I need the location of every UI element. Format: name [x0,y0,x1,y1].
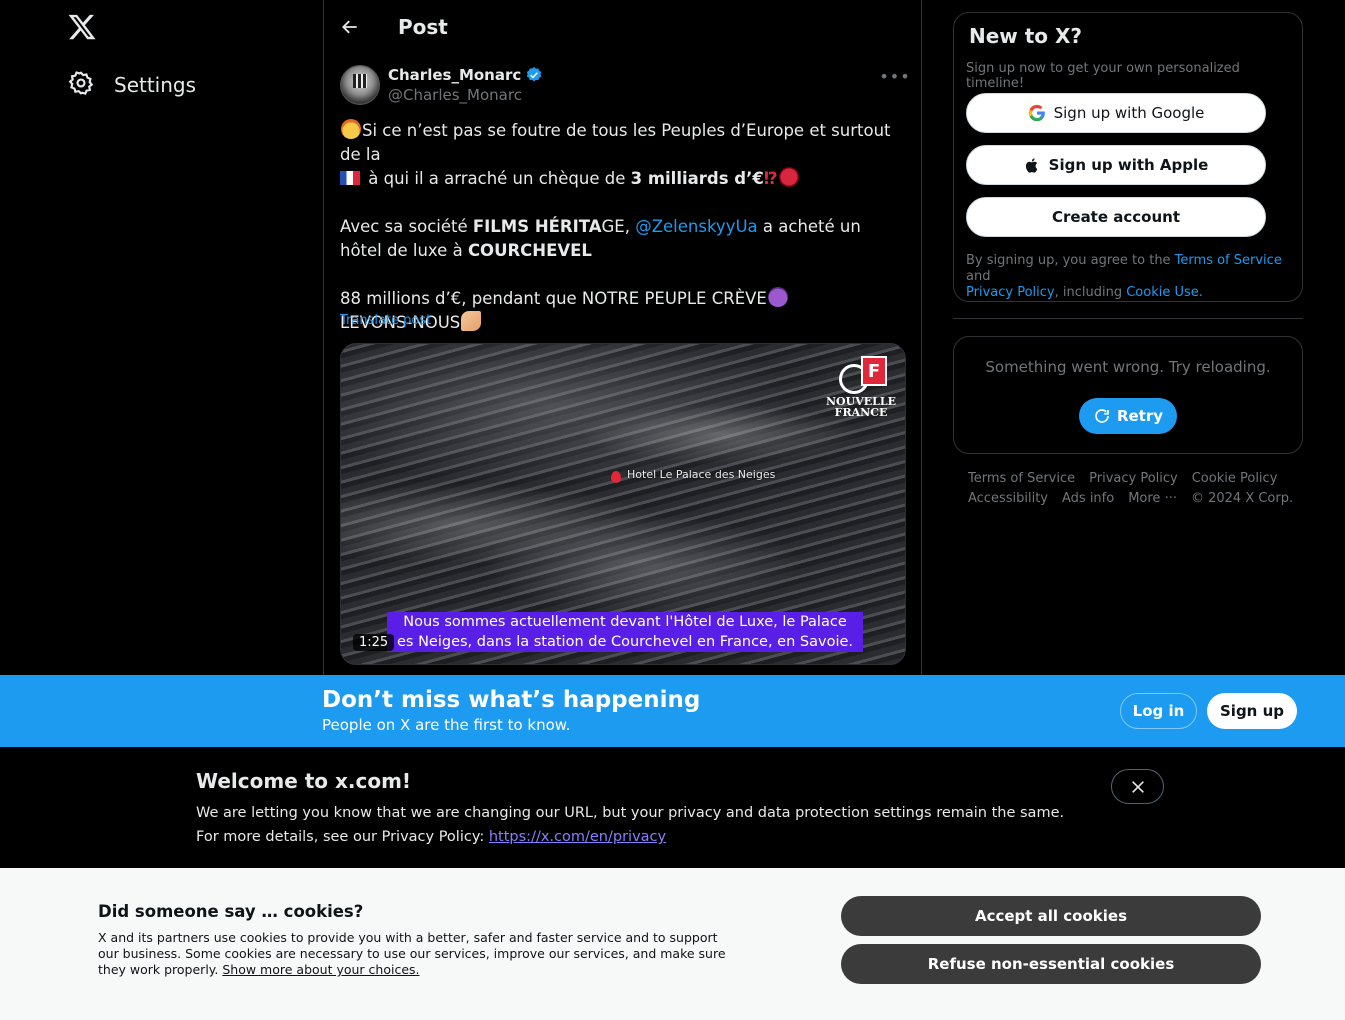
close-button[interactable] [1111,769,1164,804]
avatar[interactable] [340,65,380,105]
video-player[interactable]: F NOUVELLE FRANCE Hotel Le Palace des Nei… [340,343,906,665]
signup-button[interactable]: Sign up [1207,693,1297,729]
tweet-text: Si ce n’est pas se foutre de tous les Pe… [340,119,906,335]
refresh-icon [1095,409,1109,423]
signup-google-button[interactable]: Sign up with Google [966,93,1266,133]
mention-link[interactable]: @ZelenskyyUa [635,217,757,236]
welcome-line-2: For more details, see our Privacy Policy… [196,829,666,845]
footer-link-terms[interactable]: Terms of Service [968,471,1075,486]
terms-text: , including [1054,285,1127,300]
nav-settings-label: Settings [114,73,197,97]
channel-logo: F NOUVELLE FRANCE [825,350,897,418]
channel-logo-letter: F [861,356,887,386]
tweet-line-5: 88 millions d’€, pendant que NOTRE PEUPL… [340,289,767,308]
signup-apple-button[interactable]: Sign up with Apple [966,145,1266,185]
channel-logo-text-2: FRANCE [834,406,888,419]
divider [953,318,1303,319]
post-column: Post Charles_Monarc @Charles_Monarc ••• … [323,0,922,676]
google-icon [1028,104,1045,122]
tweet-bold-company: FILMS HÉRITA [472,217,602,236]
signup-card-subtitle: Sign up now to get your own personalized… [966,61,1240,91]
back-button[interactable] [340,16,362,38]
footer-link-accessibility[interactable]: Accessibility [968,491,1048,506]
retry-label: Retry [1116,407,1164,425]
welcome-notice: Welcome to x.com! We are letting you kno… [0,747,1345,868]
signup-apple-label: Sign up with Apple [1048,156,1209,174]
nav-settings[interactable]: Settings [68,70,196,100]
angry-face-emoji [778,167,799,187]
privacy-policy-link[interactable]: Privacy Policy [966,285,1055,300]
banner-subtitle: People on X are the first to know. [322,716,571,734]
tweet-text-segment: GE, [601,217,636,236]
subtitle-line-2: es Neiges, dans la station de Courchevel… [396,634,853,650]
map-pin-icon [611,471,621,483]
error-card: Something went wrong. Try reloading. Ret… [953,336,1303,454]
cookie-description: X and its partners use cookies to provid… [98,930,738,978]
flexed-biceps-emoji [461,311,482,331]
verified-badge-icon [527,67,542,82]
signup-terms: By signing up, you agree to the Terms of… [966,253,1286,301]
x-logo-icon[interactable] [67,12,97,42]
terms-text: By signing up, you agree to the [966,253,1175,268]
welcome-line-1: We are letting you know that we are chan… [196,805,1065,821]
subtitle-line-1: Nous sommes actuellement devant l'Hôtel … [403,614,847,630]
interrobang-emoji: ⁉ [763,169,778,188]
cookie-choices-link[interactable]: Show more about your choices. [222,962,419,977]
signup-banner: Don’t miss what’s happening People on X … [0,675,1345,747]
error-message: Something went wrong. Try reloading. [985,358,1271,376]
banner-title: Don’t miss what’s happening [322,687,701,713]
tweet-line-2: à qui il a arraché un chèque de [363,169,631,188]
tweet-bold-amount: 3 milliards d’€ [630,169,764,188]
author-name[interactable]: Charles_Monarc [388,65,521,85]
apple-icon [1025,157,1037,173]
page-title: Post [398,14,448,39]
footer-link-cookie[interactable]: Cookie Policy [1192,471,1278,486]
translate-post-link[interactable]: Translate post [340,313,431,328]
map-label: Hotel Le Palace des Neiges [627,468,776,481]
devil-face-emoji [767,287,788,307]
signup-card: New to X? Sign up now to get your own pe… [953,12,1303,302]
author-handle[interactable]: @Charles_Monarc [388,85,543,105]
footer-link-more[interactable]: More ··· [1128,491,1177,506]
arrow-left-icon [342,20,357,33]
cookie-use-link[interactable]: Cookie Use. [1126,285,1203,300]
gear-icon [68,70,94,100]
exploding-head-emoji [341,119,361,139]
post-header: Post [324,0,921,53]
france-flag-emoji [340,171,360,185]
signup-google-label: Sign up with Google [1053,104,1205,122]
post-author[interactable]: Charles_Monarc @Charles_Monarc [340,65,543,105]
accept-cookies-button[interactable]: Accept all cookies [841,896,1261,936]
welcome-line-2-text: For more details, see our Privacy Policy… [196,829,489,845]
video-subtitle: Nous sommes actuellement devant l'Hôtel … [387,612,863,652]
retry-button[interactable]: Retry [1079,398,1177,434]
privacy-url-link[interactable]: https://x.com/en/privacy [489,829,666,845]
welcome-title: Welcome to x.com! [196,769,412,793]
tweet-bold-place: COURCHEVEL [467,241,592,260]
footer-link-ads[interactable]: Ads info [1062,491,1114,506]
create-account-button[interactable]: Create account [966,197,1266,237]
terms-text: and [966,269,991,284]
signup-card-title: New to X? [969,24,1083,48]
refuse-cookies-button[interactable]: Refuse non-essential cookies [841,944,1261,984]
tweet-line-1: Si ce n’est pas se foutre de tous les Pe… [340,121,891,164]
more-options-icon[interactable]: ••• [879,66,909,86]
footer-links: Terms of Service Privacy Policy Cookie Pol… [968,469,1298,509]
copyright: © 2024 X Corp. [1190,491,1294,506]
video-duration: 1:25 [353,634,395,651]
cookie-banner: Did someone say … cookies? X and its par… [0,868,1345,1020]
tweet-text-segment: Avec sa société [340,217,473,236]
login-button[interactable]: Log in [1120,693,1197,729]
cookie-title: Did someone say … cookies? [98,902,364,921]
footer-link-privacy[interactable]: Privacy Policy [1089,471,1178,486]
close-icon [1131,780,1144,793]
terms-of-service-link[interactable]: Terms of Service [1175,253,1282,268]
